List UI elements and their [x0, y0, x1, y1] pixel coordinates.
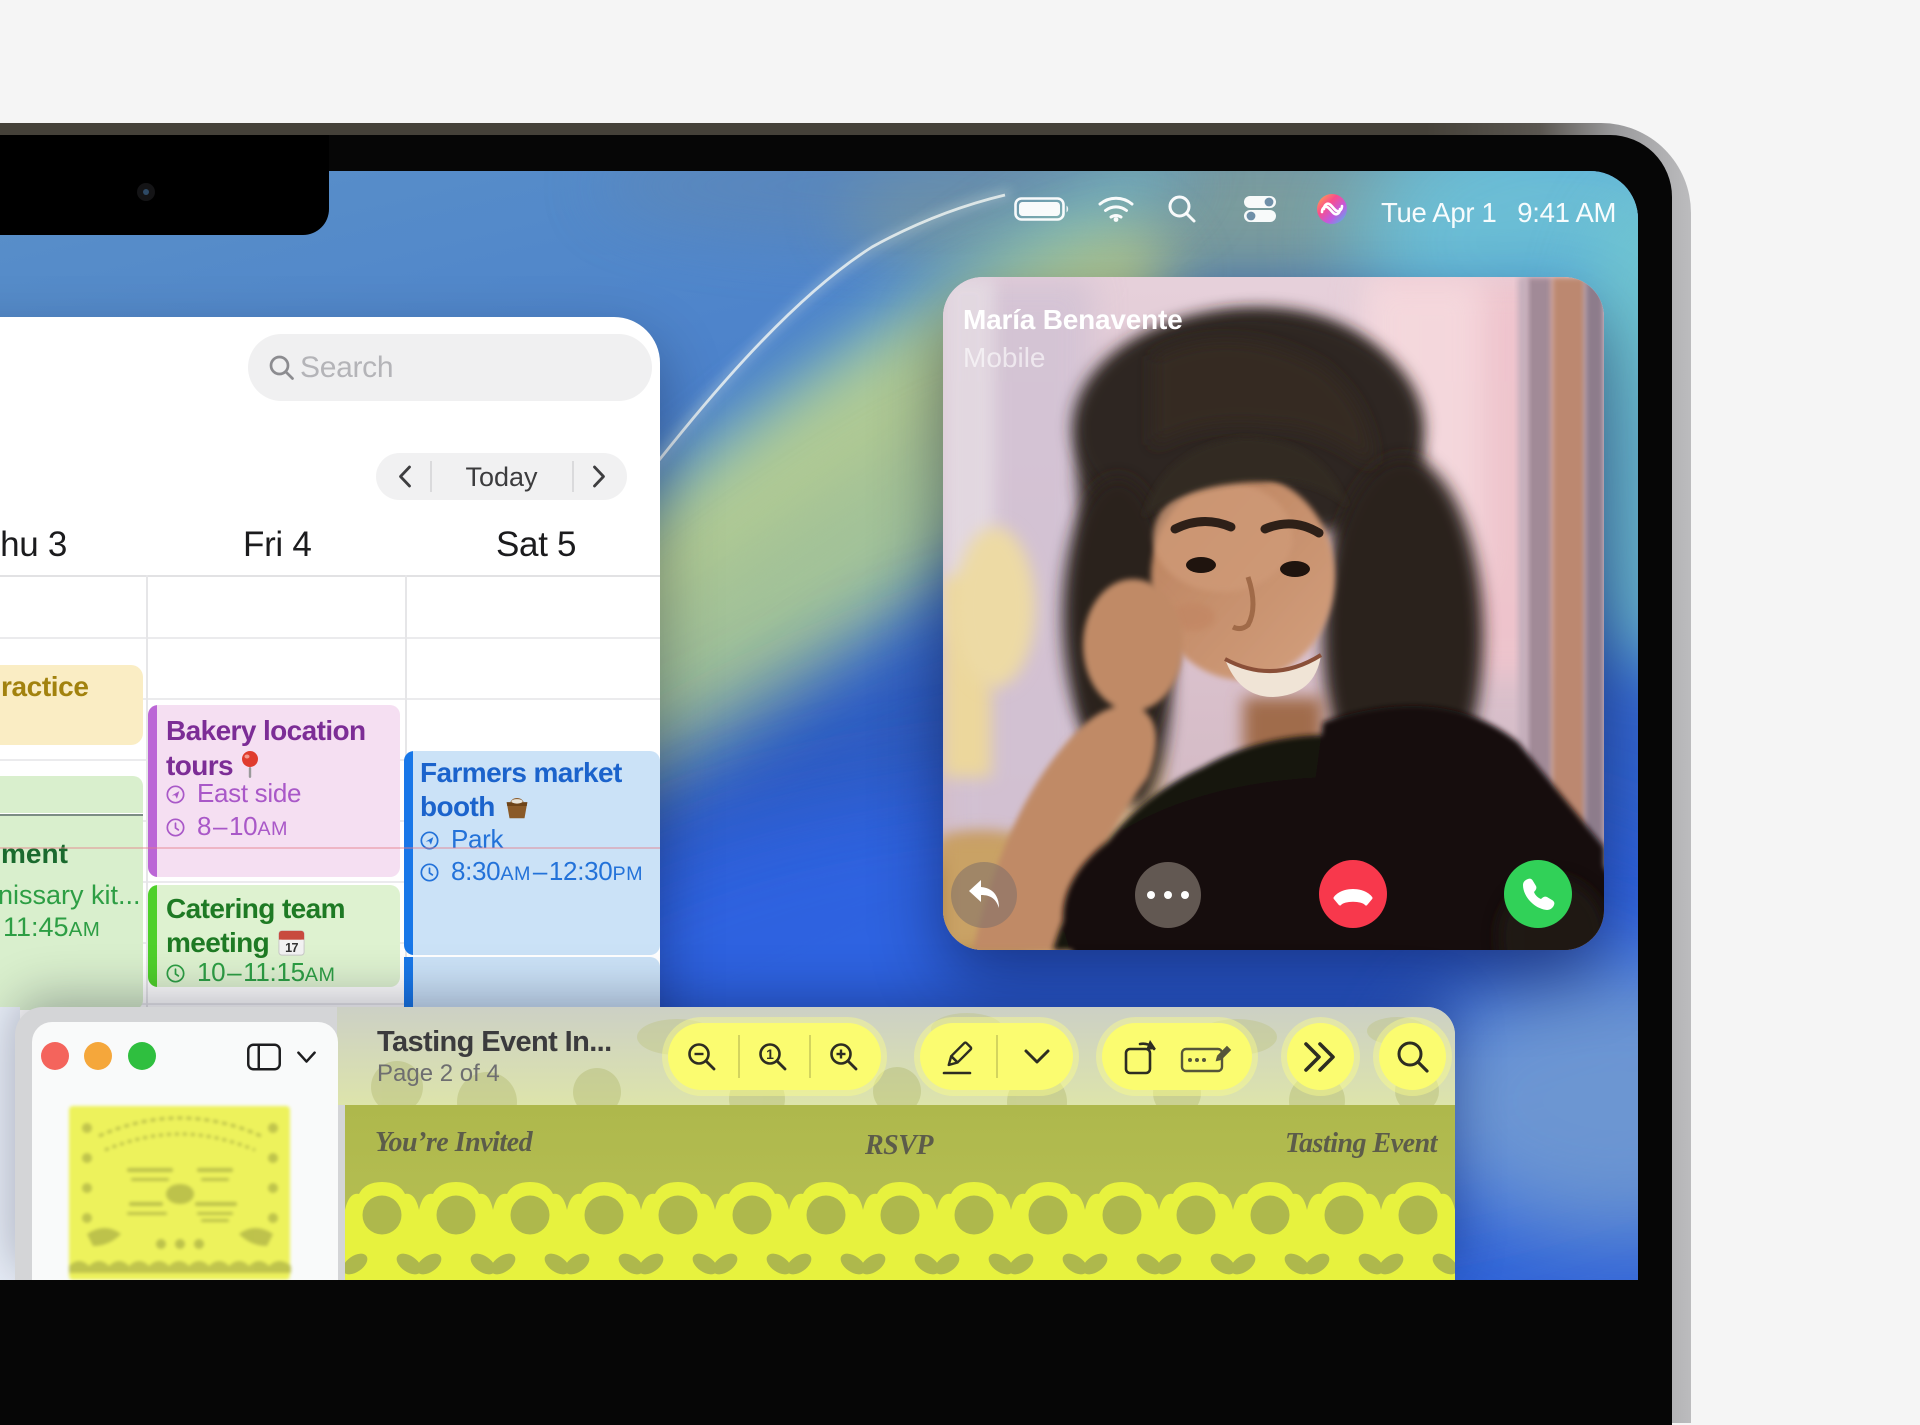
svg-text:17: 17	[285, 941, 298, 955]
svg-text:1: 1	[766, 1046, 774, 1062]
